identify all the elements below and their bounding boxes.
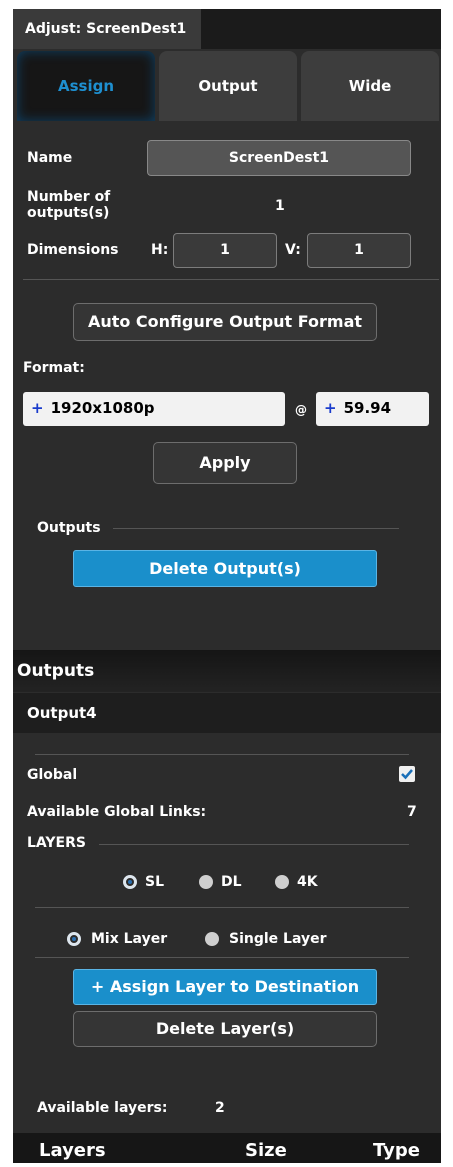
outputs-sublabel: Outputs xyxy=(37,520,101,536)
format-label: Format: xyxy=(23,360,85,376)
radio-single-layer-label: Single Layer xyxy=(229,931,327,947)
dimensions-label: Dimensions xyxy=(27,242,119,258)
delete-layers-button[interactable]: Delete Layer(s) xyxy=(73,1011,377,1047)
assign-layer-button[interactable]: + Assign Layer to Destination xyxy=(73,969,377,1005)
tab-bar: Assign Output Wide xyxy=(13,49,441,123)
column-type[interactable]: Type xyxy=(373,1140,420,1161)
radio-single-layer[interactable] xyxy=(205,932,219,946)
rate-plus-icon[interactable]: + xyxy=(324,399,337,417)
num-outputs-label-line1: Number of xyxy=(27,189,111,205)
radio-mix-layer-label: Mix Layer xyxy=(91,931,168,947)
auto-configure-button[interactable]: Auto Configure Output Format xyxy=(73,303,377,341)
outputs-divider xyxy=(113,528,399,529)
radio-sl[interactable] xyxy=(123,875,137,889)
global-label: Global xyxy=(27,767,78,783)
resolution-plus-icon[interactable]: + xyxy=(31,399,44,417)
layers-label: LAYERS xyxy=(27,835,86,851)
num-outputs-value: 1 xyxy=(275,198,285,214)
panel-title-bar: Adjust: ScreenDest1 xyxy=(13,9,441,49)
global-checkbox[interactable] xyxy=(399,766,415,782)
at-symbol: @ xyxy=(295,403,307,417)
h-label: H: xyxy=(151,242,169,258)
divider xyxy=(35,907,409,908)
divider xyxy=(23,279,439,280)
panel-title: Adjust: ScreenDest1 xyxy=(13,9,201,49)
v-label: V: xyxy=(285,242,301,258)
v-input[interactable]: 1 xyxy=(307,233,411,268)
layers-divider xyxy=(99,844,409,845)
outputs-section-header: Outputs xyxy=(13,650,441,692)
name-label: Name xyxy=(27,150,73,166)
radio-sl-label: SL xyxy=(145,874,165,890)
column-size[interactable]: Size xyxy=(245,1140,287,1161)
tab-output[interactable]: Output xyxy=(159,51,297,121)
radio-mix-layer[interactable] xyxy=(67,932,81,946)
selected-output-row[interactable]: Output4 xyxy=(13,693,441,733)
num-outputs-label-line2: outputs(s) xyxy=(27,205,110,221)
available-links-label: Available Global Links: xyxy=(27,804,207,820)
radio-4k-label: 4K xyxy=(297,874,318,890)
radio-4k[interactable] xyxy=(275,875,289,889)
divider xyxy=(35,957,409,958)
apply-button[interactable]: Apply xyxy=(153,442,297,484)
rate-value: 59.94 xyxy=(343,399,392,417)
available-layers-label: Available layers: xyxy=(37,1100,168,1116)
resolution-value: 1920x1080p xyxy=(50,399,155,417)
column-layers[interactable]: Layers xyxy=(39,1140,106,1161)
radio-dl[interactable] xyxy=(199,875,213,889)
tab-assign[interactable]: Assign xyxy=(17,51,155,121)
available-layers-value: 2 xyxy=(215,1100,225,1116)
frame-rate-field[interactable]: +59.94 xyxy=(316,392,429,426)
resolution-field[interactable]: +1920x1080p xyxy=(23,392,285,426)
adjust-panel: Adjust: ScreenDest1 Assign Output Wide N… xyxy=(13,9,441,1163)
tab-wide[interactable]: Wide xyxy=(301,51,439,121)
name-field[interactable]: ScreenDest1 xyxy=(147,140,411,176)
delete-outputs-button[interactable]: Delete Output(s) xyxy=(73,550,377,587)
available-links-value: 7 xyxy=(407,804,417,820)
check-icon xyxy=(401,769,413,780)
radio-dl-label: DL xyxy=(221,874,242,890)
layers-table-header: Layers Size Type xyxy=(13,1133,441,1163)
h-input[interactable]: 1 xyxy=(173,233,277,268)
divider xyxy=(35,754,409,755)
